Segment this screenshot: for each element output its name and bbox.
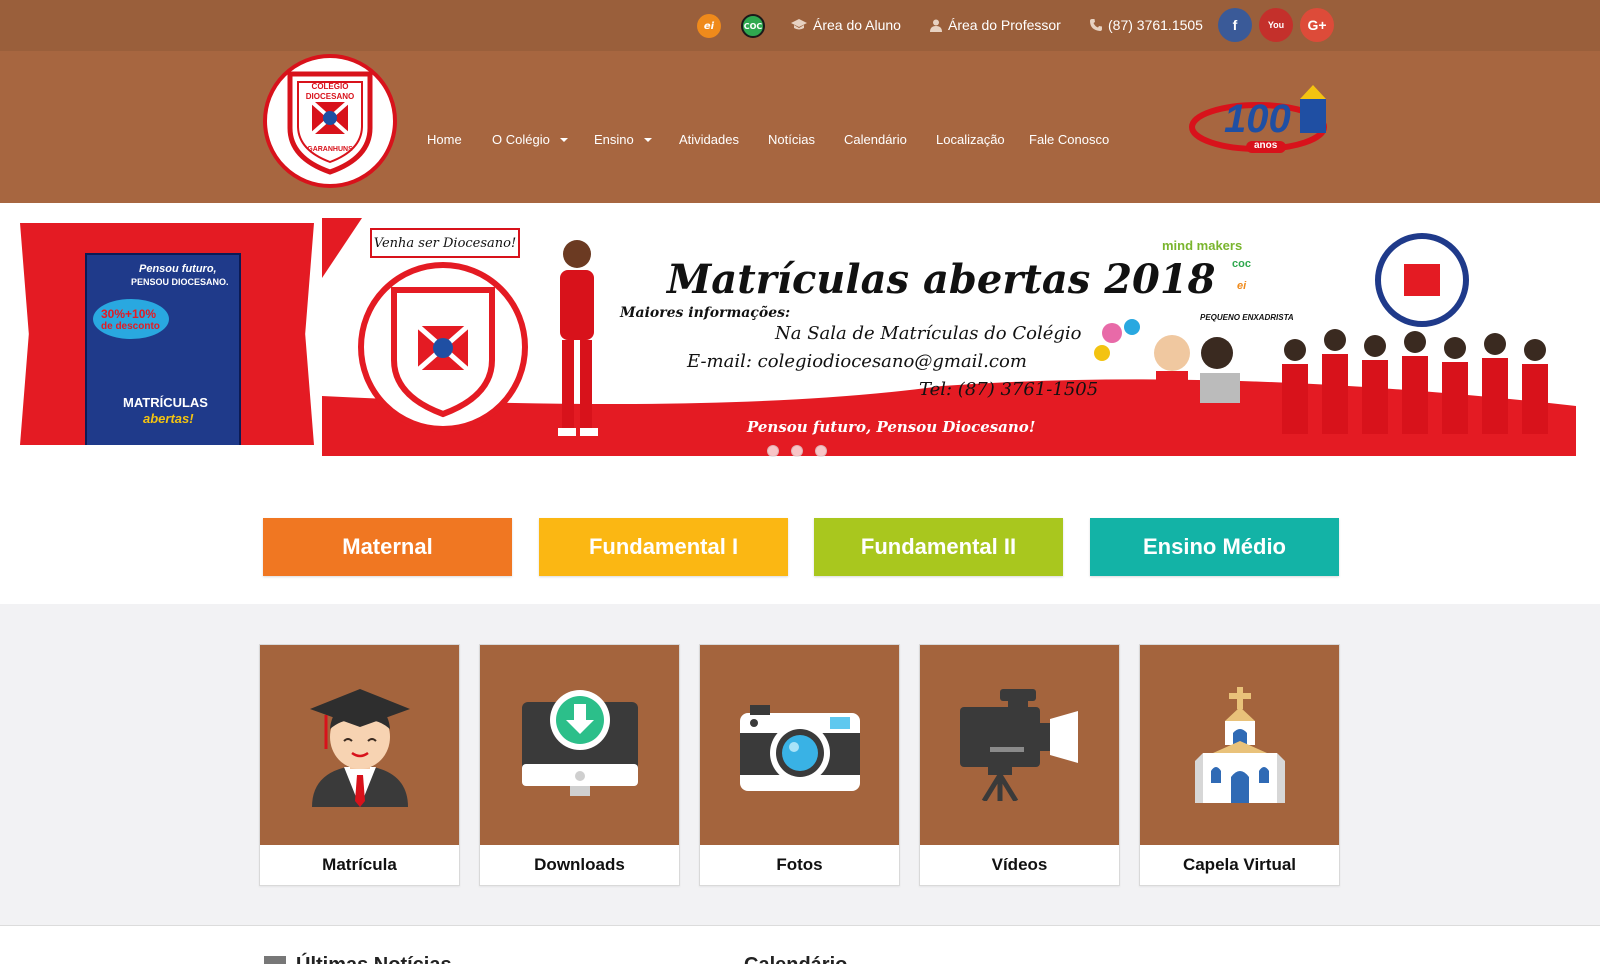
ei-logo-icon[interactable]: ei [697,14,721,38]
school-logo[interactable]: COLÉGIO DIOCESANO GARANHUNS [263,54,397,188]
site-header: COLÉGIO DIOCESANO GARANHUNS Home O Colég… [0,51,1600,203]
phone-link[interactable]: (87) 3761.1505 [1090,17,1203,33]
shield-crest-icon [391,287,495,418]
carousel-dot[interactable] [767,445,779,457]
tile-matricula[interactable]: Matrícula [259,644,460,886]
nav-home[interactable]: Home [427,132,462,147]
flyer-poster: Pensou futuro, PENSOU DIOCESANO. 30%+10%… [85,253,241,445]
download-monitor-icon [521,690,638,796]
side-flyer-image: Pensou futuro, PENSOU DIOCESANO. 30%+10%… [20,223,314,445]
newspaper-icon [264,956,286,964]
children-illustration-image [1094,319,1240,411]
user-icon [930,19,942,32]
speech-bubble: Venha ser Diocesano! [370,228,520,258]
level-maternal-button[interactable]: Maternal [263,518,512,576]
phone-icon [1090,19,1102,31]
nav-fale-conosco[interactable]: Fale Conosco [1029,132,1109,147]
nav-noticias[interactable]: Notícias [768,132,815,147]
youtube-button[interactable]: You [1259,8,1293,42]
level-ensino-medio-button[interactable]: Ensino Médio [1090,518,1339,576]
google-plus-icon: G+ [1307,17,1327,33]
coc-logo-icon[interactable]: COC [741,14,765,38]
chevron-down-icon [559,137,568,142]
nav-o-colegio[interactable]: O Colégio [492,132,568,147]
hero-carousel[interactable]: Pensou futuro, PENSOU DIOCESANO. 30%+10%… [0,203,1600,458]
tile-fotos[interactable]: Fotos [699,644,900,886]
tile-label: Vídeos [991,855,1048,874]
calendar-heading: Calendário [744,954,847,964]
quick-links-section: Matrícula Downloads Fotos Vídeos Capela … [0,604,1600,926]
carousel-dot[interactable] [791,445,803,457]
banner-info-phone: Tel: (87) 3761-1505 [919,379,1099,400]
banner-info-line1: Na Sala de Matrículas do Colégio [775,323,1082,344]
main-banner-slide: Venha ser Diocesano! Matrículas abertas … [322,218,1576,456]
youtube-icon: You [1267,20,1285,30]
nav-localizacao[interactable]: Localização [936,132,1005,147]
mind-makers-logo: mind makers [1162,238,1243,253]
coc-brand-logo: coc [1232,258,1251,270]
carousel-indicators [767,445,827,457]
level-fundamental-2-button[interactable]: Fundamental II [814,518,1063,576]
banner-slogan: Pensou futuro, Pensou Diocesano! [747,418,1036,436]
red-stripes-decoration [322,218,362,278]
tile-label: Matrícula [322,855,397,874]
carousel-dot[interactable] [815,445,827,457]
banner-info-email: E-mail: colegiodiocesano@gmail.com [687,351,1027,372]
facebook-button[interactable]: f [1218,8,1252,42]
student-figure-image [558,240,598,436]
centenary-logo: 100 anos [1188,79,1340,171]
graduation-cap-icon [791,19,807,30]
top-bar: ei COC Área do Aluno Área do Professor (… [0,0,1600,51]
google-plus-button[interactable]: G+ [1300,8,1334,42]
nav-atividades[interactable]: Atividades [679,132,739,147]
level-fundamental-1-button[interactable]: Fundamental I [539,518,788,576]
chapel-icon [1194,687,1285,803]
facebook-icon: f [1232,17,1238,33]
tile-videos[interactable]: Vídeos [919,644,1120,886]
tile-downloads[interactable]: Downloads [479,644,680,886]
graduate-icon [309,689,410,807]
video-camera-icon [959,689,1078,801]
nav-ensino[interactable]: Ensino [594,132,652,147]
tile-label: Downloads [534,855,625,874]
nav-calendario[interactable]: Calendário [844,132,907,147]
students-group-image [1282,233,1548,434]
banner-headline: Matrículas abertas 2018 [667,256,1216,303]
ei-brand-logo: ei [1237,280,1247,292]
student-area-link[interactable]: Área do Aluno [791,17,901,33]
banner-logo [358,262,528,432]
chevron-down-icon [643,137,652,142]
banner-info-title: Maiores informações: [620,305,791,321]
latest-news-heading: Últimas Notícias [296,954,452,964]
tile-label: Capela Virtual [1182,855,1297,874]
tile-label: Fotos [776,855,823,874]
teacher-area-link[interactable]: Área do Professor [930,17,1061,33]
tile-capela-virtual[interactable]: Capela Virtual [1139,644,1340,886]
camera-icon [739,705,860,791]
